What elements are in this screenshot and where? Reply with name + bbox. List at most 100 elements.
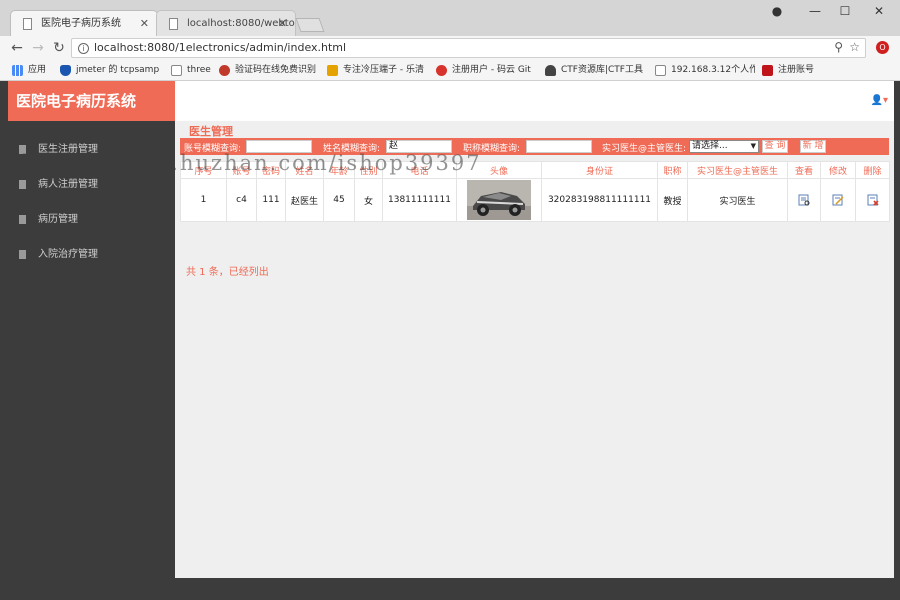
chevron-down-icon: ▼ — [750, 142, 756, 150]
document-icon — [19, 250, 26, 259]
bookmark-item[interactable]: jmeter 的 tcpsamp — [60, 63, 165, 78]
page-icon — [23, 18, 32, 30]
star-icon[interactable]: ☆ — [849, 40, 860, 54]
column-header: 账号 — [226, 161, 257, 179]
cell-name: 赵医生 — [285, 178, 324, 222]
bookmark-item[interactable]: CTF资源库|CTF工具 — [545, 63, 645, 78]
window-close-icon[interactable]: ✕ — [864, 4, 894, 18]
cell-index: 1 — [180, 178, 227, 222]
column-header: 序号 — [180, 161, 227, 179]
info-icon[interactable]: i — [78, 43, 89, 54]
bookmark-item[interactable]: 验证码在线免费识别 — [219, 63, 320, 78]
name-filter-label: 姓名模糊查询: — [323, 144, 381, 154]
tab-title: 医院电子病历系统 — [41, 18, 121, 29]
column-header: 实习医生@主管医生 — [687, 161, 788, 179]
main-content: 医生管理 账号模糊查询: 姓名模糊查询: 赵 职称模糊查询: 实习医生@主管医生… — [175, 121, 894, 578]
page-icon — [655, 65, 666, 76]
maximize-icon[interactable]: ☐ — [830, 4, 860, 18]
cell-age: 45 — [323, 178, 355, 222]
back-icon[interactable]: ← — [8, 39, 26, 57]
page-icon — [169, 18, 178, 30]
column-header: 职称 — [657, 161, 688, 179]
browser-tab[interactable]: localhost:8080/webtoo ✕ — [156, 10, 296, 36]
user-menu-icon[interactable]: 👤▾ — [871, 95, 888, 106]
extension-icon[interactable]: O — [876, 41, 889, 54]
column-header: 查看 — [787, 161, 821, 179]
app-topbar: 👤▾ — [175, 81, 894, 121]
filter-bar: 账号模糊查询: 姓名模糊查询: 赵 职称模糊查询: 实习医生@主管医生: 请选择… — [180, 138, 889, 155]
table-header-row: 序号 账号 密码 姓名 年龄 性别 电话 头像 身份证 职称 实习医生@主管医生… — [180, 161, 890, 179]
cell-title: 教授 — [657, 178, 688, 222]
csdn-icon — [762, 65, 773, 76]
page-icon — [171, 65, 182, 76]
bookmark-apps[interactable]: 应用 — [12, 63, 62, 78]
close-icon[interactable]: ✕ — [278, 11, 287, 36]
doctor-table: 序号 账号 密码 姓名 年龄 性别 电话 头像 身份证 职称 实习医生@主管医生… — [180, 161, 890, 222]
bookmark-item[interactable]: three — [171, 63, 216, 78]
column-header: 头像 — [456, 161, 542, 179]
url-text: localhost:8080/1electronics/admin/index.… — [94, 41, 347, 54]
sidebar-item-admission-treatment[interactable]: 入院治疗管理 — [8, 244, 175, 266]
sidebar-item-patient-registration[interactable]: 病人注册管理 — [8, 174, 175, 196]
reload-icon[interactable]: ↻ — [50, 39, 68, 57]
bookmark-item[interactable]: 注册用户 - 码云 Git — [436, 63, 536, 78]
sidebar-item-doctor-registration[interactable]: 医生注册管理 — [8, 139, 175, 161]
delete-icon[interactable] — [867, 194, 879, 206]
cell-avatar — [456, 178, 542, 222]
forward-icon[interactable]: → — [29, 39, 47, 57]
profile-icon[interactable]: ● — [762, 4, 792, 18]
view-icon[interactable] — [798, 194, 810, 206]
sidebar-item-medical-records[interactable]: 病历管理 — [8, 209, 175, 231]
cell-view — [787, 178, 821, 222]
zoom-icon[interactable]: ⚲ — [834, 40, 843, 54]
table-row: 1 c4 111 赵医生 45 女 13811111111 3202831988… — [180, 178, 890, 222]
browser-tab-active[interactable]: 医院电子病历系统 ✕ — [10, 10, 158, 36]
bottom-strip — [175, 578, 894, 600]
address-bar[interactable]: i localhost:8080/1electronics/admin/inde… — [71, 38, 866, 58]
cell-edit — [820, 178, 856, 222]
document-icon — [19, 180, 26, 189]
cell-account: c4 — [226, 178, 257, 222]
title-filter-input[interactable] — [526, 140, 592, 153]
title-filter-label: 职称模糊查询: — [463, 144, 521, 154]
column-header: 密码 — [256, 161, 286, 179]
avatar-photo — [467, 180, 531, 220]
captcha-icon — [219, 65, 230, 76]
bookmarks-bar: 应用 jmeter 的 tcpsamp three 验证码在线免费识别 专注冷压… — [0, 60, 900, 81]
name-filter-input[interactable]: 赵 — [386, 140, 452, 153]
column-header: 性别 — [354, 161, 383, 179]
app-title: 医院电子病历系统 — [8, 81, 175, 121]
column-header: 年龄 — [323, 161, 355, 179]
cell-role: 实习医生 — [687, 178, 788, 222]
browser-toolbar: ← → ↻ i localhost:8080/1electronics/admi… — [0, 36, 900, 60]
search-button[interactable]: 查 询 — [762, 140, 788, 153]
sidebar-item-label: 病历管理 — [38, 214, 78, 225]
column-header: 修改 — [820, 161, 856, 179]
sidebar: 医生注册管理 病人注册管理 病历管理 入院治疗管理 — [8, 121, 175, 600]
sidebar-item-label: 医生注册管理 — [38, 144, 98, 155]
add-button[interactable]: 新 增 — [800, 140, 826, 153]
user-icon — [545, 65, 556, 76]
close-icon[interactable]: ✕ — [140, 11, 149, 36]
document-icon — [19, 215, 26, 224]
page-title: 医生管理 — [189, 125, 233, 138]
account-filter-label: 账号模糊查询: — [184, 144, 242, 154]
account-filter-input[interactable] — [246, 140, 312, 153]
cell-phone: 13811111111 — [382, 178, 457, 222]
column-header: 删除 — [855, 161, 890, 179]
sidebar-item-label: 病人注册管理 — [38, 179, 98, 190]
role-filter-select[interactable]: 请选择... ▼ — [689, 140, 759, 153]
sidebar-item-label: 入院治疗管理 — [38, 249, 98, 260]
bookmark-item[interactable]: 专注冷压端子 - 乐清 — [327, 63, 427, 78]
role-filter-label: 实习医生@主管医生: — [602, 144, 687, 154]
cell-password: 111 — [256, 178, 286, 222]
trophy-icon — [327, 65, 338, 76]
new-tab-button[interactable] — [295, 18, 325, 32]
minimize-icon[interactable]: — — [800, 4, 830, 18]
bookmark-item[interactable]: 192.168.3.12个人作 — [655, 63, 755, 78]
edit-icon[interactable] — [832, 194, 844, 206]
browser-tabstrip: 医院电子病历系统 ✕ localhost:8080/webtoo ✕ ● — ☐… — [0, 0, 900, 36]
bookmark-item[interactable]: 注册账号 — [762, 63, 842, 78]
column-header: 姓名 — [285, 161, 324, 179]
column-header: 身份证 — [541, 161, 658, 179]
